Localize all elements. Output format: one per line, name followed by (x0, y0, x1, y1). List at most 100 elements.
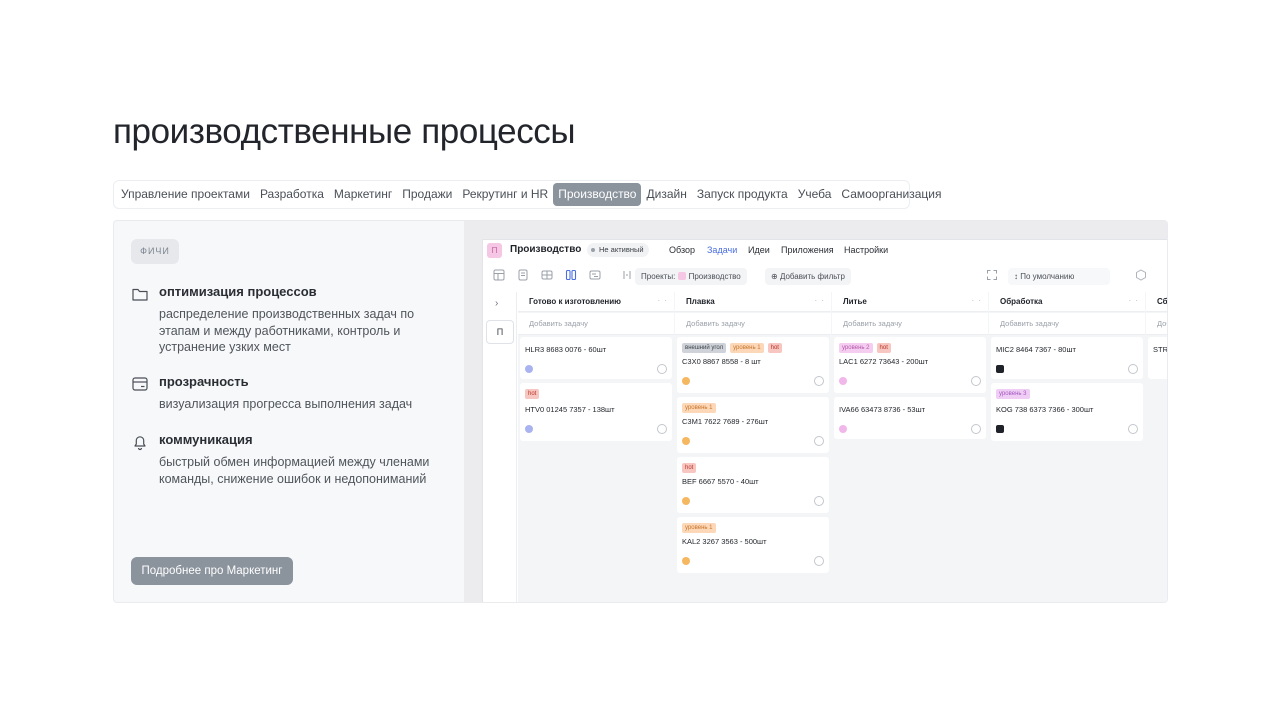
tag-level-3: уровень 3 (996, 389, 1030, 399)
table-view-icon[interactable] (541, 269, 553, 281)
column-menu-icon[interactable]: · · (814, 296, 825, 305)
tab-product-launch[interactable]: Запуск продукта (692, 183, 793, 206)
nav-settings[interactable]: Настройки (844, 245, 888, 255)
add-task-input[interactable]: Добавить задачу (989, 313, 1145, 335)
nav-ideas[interactable]: Идеи (748, 245, 770, 255)
feature-title: коммуникация (159, 432, 253, 447)
column-menu-icon[interactable]: · · (657, 296, 668, 305)
tag-hot: hot (525, 389, 540, 399)
sort-value: По умолчанию (1020, 272, 1075, 281)
expand-icon[interactable] (986, 269, 998, 281)
task-card[interactable]: hot BEF 6667 5570 - 40шт (677, 457, 829, 513)
add-task-input[interactable]: Добавить задачу (518, 313, 674, 335)
column-title: Обработка (1000, 297, 1043, 306)
add-filter-icon: ⊕ (771, 272, 778, 281)
add-task-input[interactable]: Доб (1146, 313, 1167, 335)
task-card[interactable]: IVA66 63473 8736 - 53шт (834, 397, 986, 439)
task-card[interactable]: уровень 2 hot LAC1 6272 73643 - 200шт (834, 337, 986, 393)
tag-hot: hot (767, 343, 782, 353)
task-card[interactable]: MIC2 8464 7367 - 80шт (991, 337, 1143, 379)
assignee-avatar (996, 425, 1004, 433)
expand-sidebar-icon[interactable]: › (495, 298, 498, 309)
assignee-avatar (682, 377, 690, 385)
board-toolbar: Проекты: Производство ⊕ Добавить фильтр … (483, 264, 1167, 288)
task-card[interactable]: уровень 3 KOG 738 6373 7366 - 300шт (991, 383, 1143, 441)
feature-description: распределение производственных задач по … (159, 307, 415, 354)
sidebar-project-item[interactable]: П (486, 320, 514, 344)
complete-check-icon[interactable] (657, 424, 667, 434)
complete-check-icon[interactable] (657, 364, 667, 374)
project-name[interactable]: Производство (510, 244, 581, 255)
bell-icon (134, 436, 146, 451)
task-title: HTV0 01245 7357 - 138шт (525, 405, 615, 414)
tab-production[interactable]: Производство (553, 183, 642, 206)
tab-design[interactable]: Дизайн (641, 183, 691, 206)
column-title: Сб (1157, 297, 1168, 306)
assignee-avatar (682, 437, 690, 445)
status-badge[interactable]: Не активный (587, 243, 649, 257)
task-title: LAC1 6272 73643 - 200шт (839, 357, 929, 366)
task-title: BEF 6667 5570 - 40шт (682, 477, 759, 486)
app-window: П Производство Не активный Обзор Задачи … (482, 239, 1168, 602)
complete-check-icon[interactable] (1128, 364, 1138, 374)
sort-select[interactable]: ↕ По умолчанию (1008, 268, 1110, 285)
tab-marketing[interactable]: Маркетинг (329, 183, 397, 206)
assignee-avatar (525, 425, 533, 433)
task-card[interactable]: HLR3 8683 0076 - 60шт (520, 337, 672, 379)
complete-check-icon[interactable] (971, 376, 981, 386)
column-assembly: Сб Доб STR (1146, 292, 1168, 602)
complete-check-icon[interactable] (814, 376, 824, 386)
complete-check-icon[interactable] (814, 436, 824, 446)
tab-development[interactable]: Разработка (255, 183, 329, 206)
add-filter-button[interactable]: ⊕ Добавить фильтр (765, 268, 851, 285)
complete-check-icon[interactable] (971, 424, 981, 434)
task-card[interactable]: STR (1148, 337, 1168, 379)
projects-filter-chip[interactable]: Проекты: Производство (635, 268, 747, 285)
category-tabs: Управление проектами Разработка Маркетин… (113, 180, 942, 209)
task-card[interactable]: hot HTV0 01245 7357 - 138шт (520, 383, 672, 441)
kanban-view-icon[interactable] (565, 269, 577, 281)
project-sidebar: › П (483, 292, 517, 602)
complete-check-icon[interactable] (814, 496, 824, 506)
tab-self-organization[interactable]: Самоорганизация (836, 183, 946, 206)
column-processing: Обработка · · Добавить задачу MIC2 8464 … (989, 292, 1145, 602)
add-task-input[interactable]: Добавить задачу (832, 313, 988, 335)
projects-filter-label: Проекты: (641, 272, 676, 281)
tag-outer-corner: внешний угол (682, 343, 727, 353)
task-title: STR (1153, 345, 1168, 354)
nav-overview[interactable]: Обзор (669, 245, 695, 255)
task-card[interactable]: уровень 1 C3M1 7622 7689 - 276шт (677, 397, 829, 453)
assignee-avatar (996, 365, 1004, 373)
learn-more-button[interactable]: Подробнее про Маркетинг (131, 557, 293, 585)
settings-hex-icon[interactable] (1135, 269, 1147, 281)
task-card[interactable]: уровень 1 KAL2 3267 3563 - 500шт (677, 517, 829, 573)
complete-check-icon[interactable] (814, 556, 824, 566)
tag-level-1: уровень 1 (682, 403, 716, 413)
nav-tasks[interactable]: Задачи (707, 245, 737, 255)
tab-project-management[interactable]: Управление проектами (116, 183, 255, 206)
add-filter-label: Добавить фильтр (779, 272, 845, 281)
sort-order-icon[interactable] (621, 269, 633, 281)
task-title: MIC2 8464 7367 - 80шт (996, 345, 1076, 354)
tag-level-2: уровень 2 (839, 343, 873, 353)
list-view-icon[interactable] (517, 269, 529, 281)
project-avatar[interactable]: П (487, 243, 502, 258)
column-menu-icon[interactable]: · · (1128, 296, 1139, 305)
column-casting: Литье · · Добавить задачу уровень 2 hot … (832, 292, 988, 602)
column-menu-icon[interactable]: · · (971, 296, 982, 305)
task-title: C3M1 7622 7689 - 276шт (682, 417, 769, 426)
nav-apps[interactable]: Приложения (781, 245, 834, 255)
board-view-icon[interactable] (493, 269, 505, 281)
tab-sales[interactable]: Продажи (397, 183, 457, 206)
assignee-avatar (839, 377, 847, 385)
complete-check-icon[interactable] (1128, 424, 1138, 434)
tab-study[interactable]: Учеба (793, 183, 837, 206)
task-card[interactable]: внешний угол уровень 1 hot C3X0 8867 855… (677, 337, 829, 393)
timeline-view-icon[interactable] (589, 269, 601, 281)
column-title: Готово к изготовлению (529, 297, 621, 306)
add-task-input[interactable]: Добавить задачу (675, 313, 831, 335)
assignee-avatar (682, 497, 690, 505)
tab-recruiting-hr[interactable]: Рекрутинг и HR (457, 183, 553, 206)
page-title: производственные процессы (113, 112, 576, 151)
features-badge: ФИЧИ (131, 239, 179, 264)
